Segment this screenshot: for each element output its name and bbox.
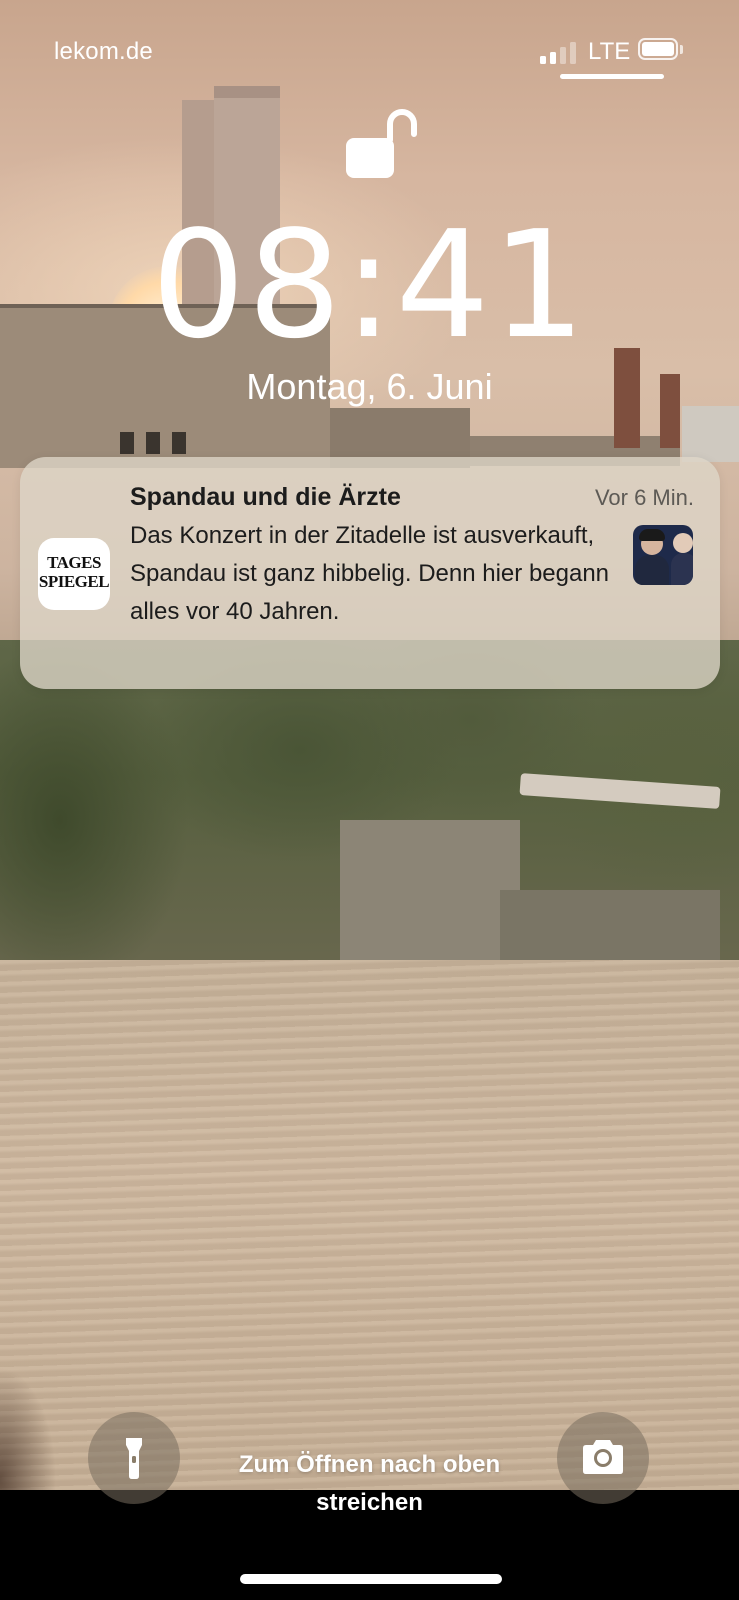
river-water	[0, 960, 739, 1490]
camera-button[interactable]	[557, 1412, 649, 1504]
home-indicator[interactable]	[240, 1574, 502, 1584]
flashlight-icon	[126, 1438, 142, 1479]
network-type: LTE	[588, 38, 631, 65]
chimney-cap	[214, 86, 280, 98]
cellular-signal-icon	[540, 42, 578, 64]
factory-window	[120, 432, 134, 454]
notification-thumbnail	[633, 525, 693, 585]
tagesspiegel-app-icon: TAGES SPIEGEL	[38, 538, 110, 610]
unlocked-padlock-icon	[346, 109, 417, 178]
battery-icon	[638, 38, 684, 62]
camera-icon	[583, 1440, 623, 1474]
lock-screen-date: Montag, 6. Juni	[246, 366, 493, 407]
lock-screen-time: 08:41	[151, 199, 588, 371]
factory-window	[146, 432, 160, 454]
notification-card[interactable]: TAGES SPIEGEL Spandau und die Ärzte Vor …	[20, 457, 720, 689]
factory-window	[172, 432, 186, 454]
swipe-to-open-hint: Zum Öffnen nach oben streichen	[238, 1451, 501, 1516]
shadow-overlay	[0, 1280, 80, 1490]
riverbank-wall	[500, 890, 720, 960]
notification-body: Das Konzert in der Zitadelle ist ausverk…	[130, 522, 610, 625]
white-building	[682, 406, 739, 462]
control-center-indicator[interactable]	[560, 74, 664, 79]
flashlight-button[interactable]	[88, 1412, 180, 1504]
status-bar: lekom.de LTE	[0, 30, 739, 79]
stone-wall	[340, 820, 520, 960]
notification-title: Spandau und die Ärzte	[130, 483, 401, 511]
notification-time: Vor 6 Min.	[594, 485, 694, 510]
carrier-name: lekom.de	[54, 38, 153, 65]
app-icon-label: TAGES SPIEGEL	[38, 553, 110, 591]
